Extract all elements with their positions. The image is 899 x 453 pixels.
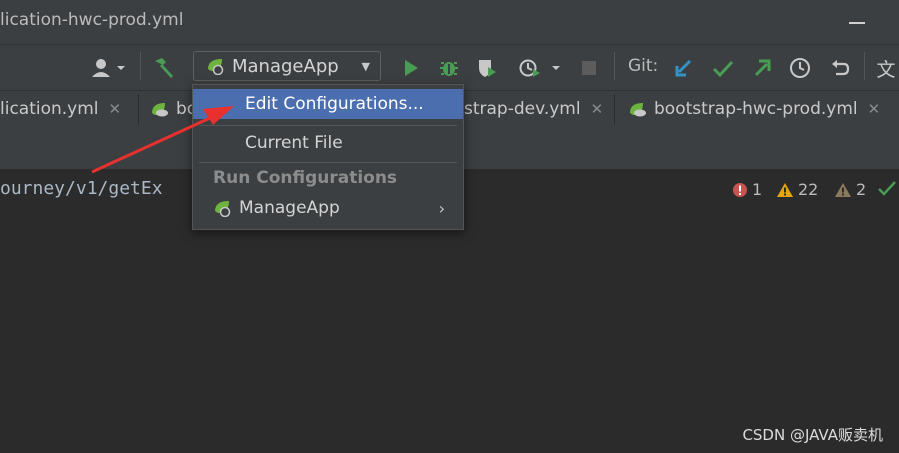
annotation-arrow	[91, 106, 234, 174]
watermark: CSDN @JAVA贩卖机	[742, 426, 883, 444]
